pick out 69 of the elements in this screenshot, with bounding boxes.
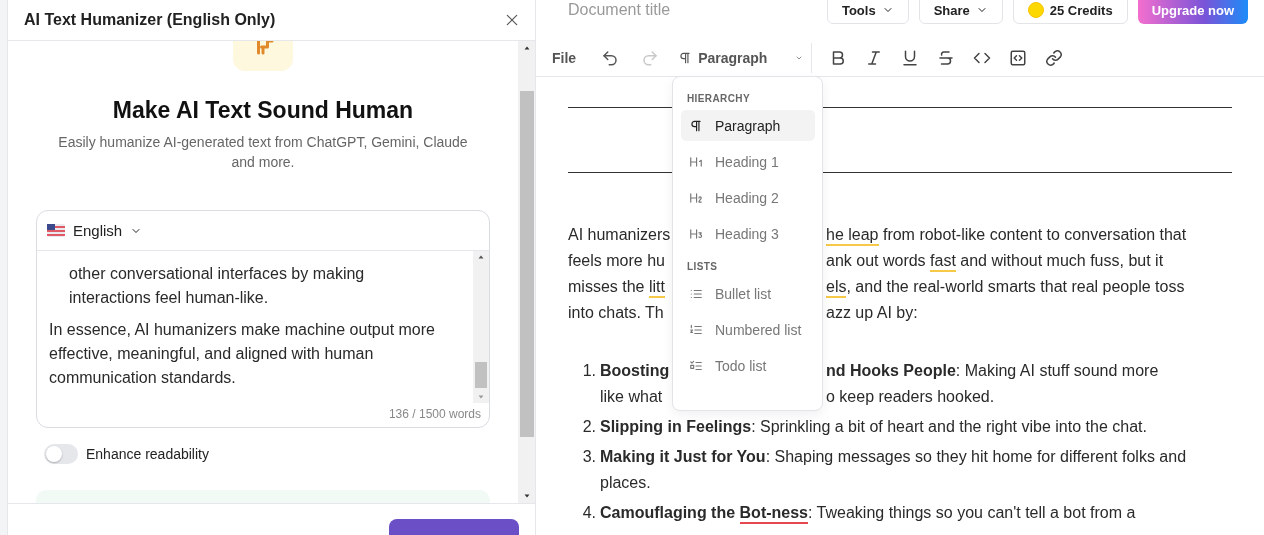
pilcrow-icon <box>689 118 703 133</box>
text-fragment: Slipping in Feelings: Sprinkling a bit of heart and the right vibe into the chat. <box>600 418 1147 435</box>
menu-item[interactable]: Heading 3 <box>681 218 815 249</box>
text-fragment: azz up AI by: <box>826 303 919 323</box>
undo-icon <box>601 49 620 67</box>
code-block-icon <box>1009 49 1028 67</box>
credits-button[interactable]: 25 Credits <box>1012 0 1128 24</box>
scroll-down-icon <box>522 493 531 499</box>
text-fragment: Making it Just for You: Shaping messages so they hit home for different folks and places. <box>600 448 1187 491</box>
scrollbar[interactable] <box>518 41 535 503</box>
checklist-icon <box>689 358 703 373</box>
upgrade-button[interactable]: Upgrade now <box>1137 0 1248 24</box>
underline-icon <box>901 49 920 67</box>
toggle-switch[interactable] <box>44 444 78 464</box>
scrollbar[interactable] <box>473 251 489 403</box>
coin-icon <box>1027 2 1044 18</box>
text-fragment: els, and the real-world smarts that real people toss <box>826 274 1232 300</box>
list-number: 1. <box>581 361 597 381</box>
text-fragment: like what <box>600 387 664 407</box>
panel-subtitle: Easily humanize AI-generated text from ChatGPT, Gemini, Claude and more. <box>57 133 469 172</box>
list-number: 2. <box>581 417 597 437</box>
text-fragment: misses the litt <box>568 274 672 300</box>
toggle-label: Enhance readability <box>86 446 209 462</box>
pilcrow-icon <box>678 51 693 65</box>
scroll-up-icon <box>522 45 531 51</box>
text-fragment: into chats. Th <box>568 303 665 323</box>
close-button[interactable] <box>505 13 519 27</box>
menu-section-label: LISTS <box>686 260 719 274</box>
text-fragment: he leap from robot-like content to conversation that <box>826 222 1232 248</box>
scroll-up-icon <box>477 254 485 260</box>
text-fragment: feels more hu <box>568 251 666 271</box>
strikethrough-icon <box>937 49 956 67</box>
heading-three-icon <box>689 226 703 241</box>
scroll-down-icon <box>477 394 485 400</box>
language-selector[interactable]: English <box>47 222 143 239</box>
file-menu[interactable]: File <box>552 46 577 70</box>
menu-button[interactable]: Tools <box>826 0 909 24</box>
menu-item[interactable]: Todo list <box>681 350 815 381</box>
menu-item[interactable]: Numbered list <box>681 314 815 345</box>
list-number: 4. <box>581 503 597 523</box>
menu-item[interactable]: Bullet list <box>681 278 815 309</box>
input-text: other conversational interfaces by making interactions feel human-like. <box>68 264 366 308</box>
menu-item[interactable]: Heading 1 <box>681 146 815 177</box>
text-fragment: o keep readers hooked. <box>826 387 996 407</box>
text-fragment: Camouflaging the Bot-ness: Tweaking things so you can't tell a bot from a <box>600 504 1136 524</box>
panel-title: AI Text Humanizer (English Only) <box>24 11 276 29</box>
input-text: In essence, AI humanizers make machine output more effective, meaningful, and aligned with human communication standards. <box>49 320 436 388</box>
scroll-thumb[interactable] <box>475 362 487 388</box>
list-number: 3. <box>581 447 597 467</box>
redo-icon <box>641 49 660 67</box>
heading-two-icon <box>689 190 703 205</box>
close-icon <box>505 13 519 27</box>
block-type-dropdown[interactable]: Paragraph <box>672 43 813 73</box>
text-fragment: ank out words fast and without much fuss, but it <box>826 248 1232 274</box>
link-icon <box>1045 49 1064 67</box>
flag-icon <box>47 224 65 237</box>
text-fragment: Boosting <box>600 361 671 381</box>
scroll-thumb[interactable] <box>519 91 534 437</box>
panel-heading: Make AI Text Sound Human <box>112 97 414 124</box>
text-fragment: nd Hooks People: Making AI stuff sound more <box>826 361 1160 381</box>
menu-item[interactable]: Paragraph <box>681 110 815 141</box>
heading-one-icon <box>689 154 703 169</box>
menu-section-label: HIERARCHY <box>686 92 752 106</box>
word-count: 136 / 1500 words <box>387 406 482 423</box>
menu-item[interactable]: Heading 2 <box>681 182 815 213</box>
caret-icon <box>795 54 804 62</box>
numbered-list-icon <box>689 322 703 337</box>
menu-button[interactable]: Share <box>918 0 1003 24</box>
text-fragment: AI humanizers <box>568 225 672 245</box>
